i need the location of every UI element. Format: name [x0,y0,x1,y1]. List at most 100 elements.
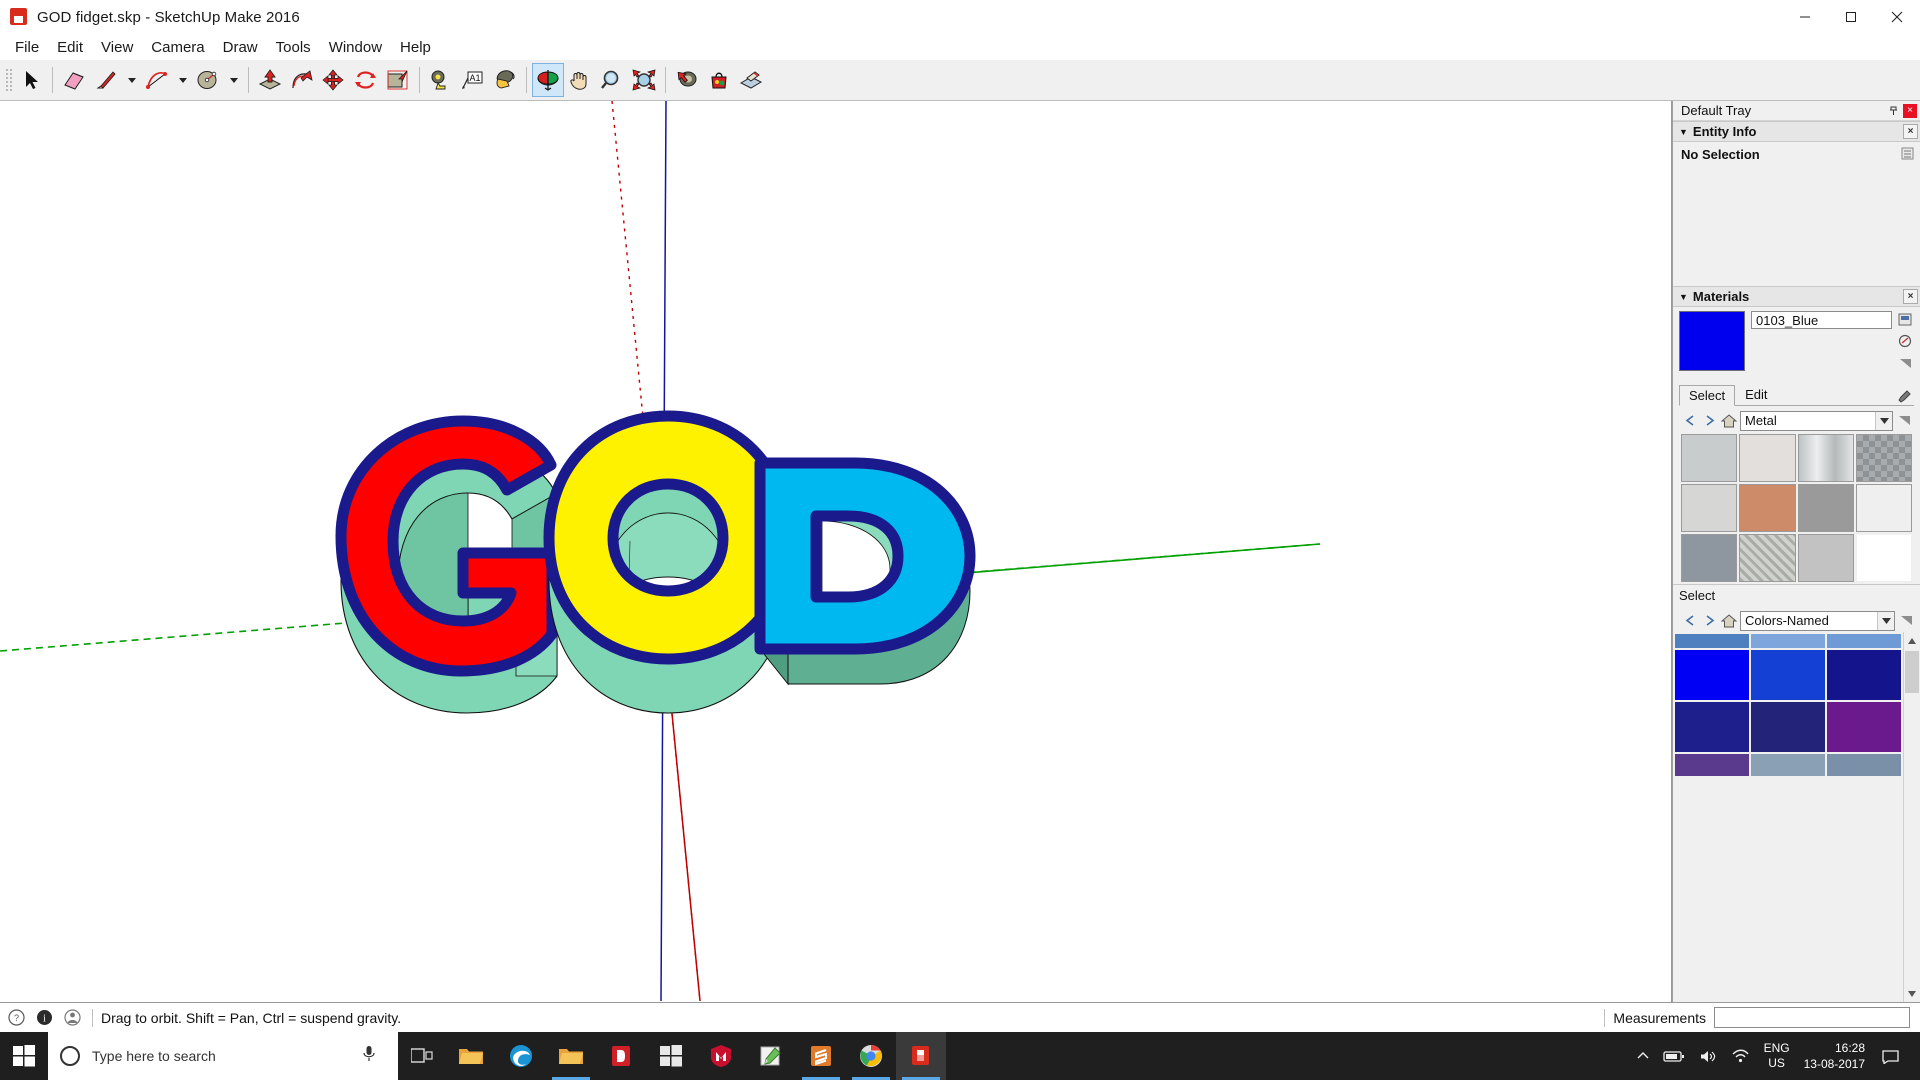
language-indicator[interactable]: ENG US [1756,1041,1798,1071]
menu-view[interactable]: View [92,37,142,58]
eraser-tool[interactable] [58,63,90,97]
material-swatch[interactable] [1855,434,1912,482]
taskbar-app-microsoft-store[interactable] [646,1032,696,1080]
forward-arrow-icon[interactable] [1700,611,1719,630]
minimize-button[interactable] [1782,0,1828,34]
rotate-tool[interactable] [350,63,382,97]
tape-measure-tool[interactable] [425,63,457,97]
taskbar-app-edge[interactable] [496,1032,546,1080]
model-viewport[interactable] [0,101,1672,1002]
battery-icon[interactable] [1656,1050,1692,1063]
current-material-swatch[interactable] [1679,311,1745,371]
taskbar-app-file-explorer-pinned[interactable] [446,1032,496,1080]
followme-tool[interactable] [286,63,318,97]
taskbar-app-file-explorer[interactable] [546,1032,596,1080]
pin-icon[interactable] [1886,104,1900,118]
select-tool[interactable] [15,63,47,97]
text-tool[interactable]: A1 [457,63,489,97]
material-swatch[interactable] [1855,484,1912,532]
materials-header[interactable]: ▼ Materials × [1673,286,1920,307]
line-tool[interactable] [90,63,122,97]
zoom-extents-tool[interactable] [628,63,660,97]
details-arrow-icon[interactable] [1897,355,1914,372]
maximize-button[interactable] [1828,0,1874,34]
color-swatch[interactable] [1751,702,1825,752]
material-swatch[interactable] [1855,534,1912,582]
wifi-icon[interactable] [1724,1049,1756,1064]
color-swatch[interactable] [1827,702,1901,752]
materials-close-icon[interactable]: × [1903,289,1918,304]
material-swatch[interactable] [1681,534,1738,582]
move-tool[interactable] [318,63,350,97]
material-swatch[interactable] [1797,484,1854,532]
start-button[interactable] [0,1032,48,1080]
chevron-down-icon[interactable] [1877,611,1894,630]
back-arrow-icon[interactable] [1681,411,1700,430]
material-swatch[interactable] [1739,434,1796,482]
person-icon[interactable] [60,1006,84,1030]
taskbar-app-mcafee[interactable] [696,1032,746,1080]
taskbar-app-chrome[interactable] [846,1032,896,1080]
colors-scrollbar[interactable] [1903,632,1920,1002]
clock[interactable]: 16:28 13-08-2017 [1798,1040,1875,1072]
material-swatch[interactable] [1797,434,1854,482]
eyedropper-icon[interactable] [1894,389,1914,405]
pan-tool[interactable] [564,63,596,97]
show-desktop-button[interactable] [1906,1032,1916,1080]
notification-icon[interactable] [1875,1049,1906,1064]
color-swatch[interactable] [1675,650,1749,700]
color-swatch[interactable] [1751,650,1825,700]
color-swatch[interactable] [1675,634,1749,648]
measurements-input[interactable] [1714,1007,1910,1028]
shapes-tool[interactable] [192,63,224,97]
menu-draw[interactable]: Draw [214,37,267,58]
tray-close-icon[interactable]: × [1903,103,1917,118]
taskbar-app-sketchup[interactable] [896,1032,946,1080]
scroll-down-icon[interactable] [1904,985,1920,1002]
create-material-icon[interactable] [1897,311,1914,328]
task-view-icon[interactable] [398,1032,446,1080]
taskbar-app-notepad[interactable] [746,1032,796,1080]
color-swatch[interactable] [1675,754,1749,776]
microphone-icon[interactable] [362,1045,376,1067]
entity-info-header[interactable]: ▼ Entity Info × [1673,121,1920,142]
entity-info-close-icon[interactable]: × [1903,124,1918,139]
scrollbar-thumb[interactable] [1905,651,1919,693]
menu-camera[interactable]: Camera [142,37,213,58]
material-swatch[interactable] [1739,534,1796,582]
menu-tools[interactable]: Tools [267,37,320,58]
color-swatch[interactable] [1751,754,1825,776]
colors-details-icon[interactable] [1897,611,1916,630]
chevron-down-icon[interactable] [1875,411,1892,430]
scroll-up-icon[interactable] [1904,632,1920,649]
search-box[interactable]: Type here to search [48,1032,398,1080]
expand-details-icon[interactable] [1901,147,1916,162]
pushpull-tool[interactable] [254,63,286,97]
home-icon[interactable] [1719,611,1738,630]
previous-view-tool[interactable] [671,63,703,97]
scrollbar-track[interactable] [1904,649,1920,985]
toolbar-grip[interactable] [4,67,12,93]
materials-details-icon[interactable] [1895,411,1914,430]
share-model-tool[interactable] [735,63,767,97]
color-swatch[interactable] [1751,634,1825,648]
material-swatch[interactable] [1739,484,1796,532]
menu-file[interactable]: File [6,37,48,58]
info-circle-icon[interactable]: i [32,1006,56,1030]
material-swatch[interactable] [1681,434,1738,482]
close-button[interactable] [1874,0,1920,34]
shapes-tool-dropdown[interactable] [224,63,243,97]
chevron-up-icon[interactable] [1630,1051,1656,1061]
arc-tool[interactable] [141,63,173,97]
sample-paint-icon[interactable] [1897,333,1914,350]
material-swatch[interactable] [1681,484,1738,532]
materials-library-select[interactable]: Metal [1740,410,1893,431]
colors-library-select[interactable]: Colors-Named [1740,610,1895,631]
paint-bucket-tool[interactable] [489,63,521,97]
speaker-icon[interactable] [1692,1049,1724,1064]
taskbar-app-pdf-reader[interactable] [596,1032,646,1080]
menu-edit[interactable]: Edit [48,37,92,58]
home-icon[interactable] [1719,411,1738,430]
material-swatch[interactable] [1797,534,1854,582]
back-arrow-icon[interactable] [1681,611,1700,630]
